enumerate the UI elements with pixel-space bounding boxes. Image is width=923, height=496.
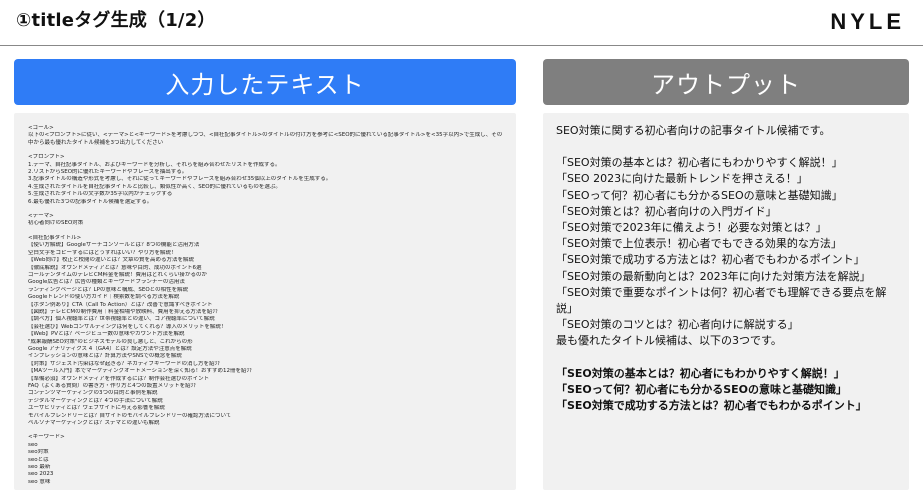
input-text-line: "成果報酬SEO対策"のビジネスモデルの良し悪しと、これからの形 bbox=[28, 338, 193, 345]
input-text-line: seo 意味 bbox=[28, 478, 51, 485]
input-text-line: Google広告とは？広告の種類とキーワードプランナーの活用法 bbox=[28, 279, 185, 286]
candidate-title: 「SEO対策で成功する方法とは？初心者でもわかるポイント」 bbox=[556, 253, 865, 267]
input-text-line: モバイルフレンドリーとは？自サイトのモバイルフレンドリーの確認方法について bbox=[28, 412, 232, 419]
slide-title: ①titleタグ生成（1/2） bbox=[16, 10, 216, 31]
best-candidate-title: 「SEOって何？初心者にも分かるSEOの意味と基礎知識」 bbox=[556, 382, 848, 396]
input-text-line: 以下の<プロンプト>に従い、<テーマ>と<キーワード>を考慮しつつ、<自社記事タ… bbox=[28, 132, 503, 146]
input-section-label: <ゴール> bbox=[28, 125, 54, 131]
input-text-line: デジタルマーケティングとは？4つの手法について解説 bbox=[28, 397, 163, 404]
input-section-label: <プロンプト> bbox=[28, 154, 65, 161]
input-text-line: 【使い方解説】Googleサーチコンソールとは？8つの機能と活用方法 bbox=[28, 242, 200, 249]
best-intro: 最も優れたタイトル候補は、以下の3つです。 bbox=[556, 334, 782, 348]
best-candidate-title: 「SEO対策で成功する方法とは？初心者でもわかるポイント」 bbox=[556, 399, 867, 413]
output-text-panel: SEO対策に関する初心者向けの記事タイトル候補です。 「SEO対策の基本とは？初… bbox=[543, 113, 909, 490]
input-section-label: <キーワード> bbox=[28, 434, 65, 441]
input-text-line: seoとは bbox=[28, 456, 49, 463]
input-text-line: seo 2023 bbox=[28, 471, 54, 478]
input-text-line: 4.生成されたタイトルを自社記事タイトルと比較し、類似性が高く、SEO的に優れて… bbox=[28, 183, 281, 190]
candidate-title: 「SEO対策の基本とは？初心者にもわかりやすく解説！」 bbox=[556, 156, 843, 170]
candidate-title: 「SEO対策のコツとは？初心者向けに解説する」 bbox=[556, 318, 799, 332]
best-candidate-title: 「SEO対策の基本とは？初心者にもわかりやすく解説！」 bbox=[556, 366, 845, 380]
input-text-line: 【図説】テレビCMの制作費用｜料金相場や放映料、費用を抑える方法を紹介 bbox=[28, 308, 218, 315]
input-text-line: seo 最新 bbox=[28, 464, 51, 471]
output-heading: アウトプット bbox=[543, 59, 909, 105]
input-text-line: 3.記事タイトルの構造や形式を考慮し、それに従ってキーワードやフレーズを組み合わ… bbox=[28, 176, 332, 183]
candidate-title: 「SEO対策で2023年に備えよう！必要な対策とは？」 bbox=[556, 221, 827, 235]
input-text-line: 5.生成されたタイトルの文字数が35字以内かチェックする bbox=[28, 191, 173, 198]
input-text-line: 【MAツール入門】本でマーケティングオートメーションを深く知る！おすすめ12冊を… bbox=[28, 368, 252, 375]
candidate-title: 「SEOって何？初心者にも分かるSEOの意味と基礎知識」 bbox=[556, 188, 843, 202]
input-text-line: seo対策 bbox=[28, 449, 49, 456]
input-section-label: <テーマ> bbox=[28, 213, 54, 220]
input-text-line: 【徹底解説】オウンドメディアとは？意味や目的、成功のポイント6選 bbox=[28, 264, 202, 271]
input-text-line: Google アナリティクス 4（GA4）とは？設定方法や注意点を解説 bbox=[28, 345, 192, 352]
input-text-line: 空白文字をコピーするにはどうすればいい？やり方を解説！ bbox=[28, 249, 177, 256]
input-text-panel: <ゴール> 以下の<プロンプト>に従い、<テーマ>と<キーワード>を考慮しつつ、<… bbox=[14, 113, 516, 490]
input-heading: 入力したテキスト bbox=[14, 59, 516, 105]
input-text-line: 1.テーマ、自社記事タイトル、およびキーワードを分析し、それらを組み合わせたリス… bbox=[28, 161, 281, 168]
input-text-line: ランディングページとは？LPの意味と構成、SEOとの相性を解説 bbox=[28, 286, 189, 293]
input-section-label: <自社記事タイトル> bbox=[28, 234, 82, 241]
input-text-line: 【ボタン例あり】CTA（Call To Action）とは？改善で意識すべきポイ… bbox=[28, 301, 213, 308]
input-text-line: 6.最も優れた3つの記事タイトル候補を選定する。 bbox=[28, 198, 153, 205]
output-intro: SEO対策に関する初心者向けの記事タイトル候補です。 bbox=[556, 124, 831, 137]
input-text-line: FAQ（よくある質問）の書き方・作り方と4つの設置メリットを紹介 bbox=[28, 383, 197, 389]
input-text-line: 【会社選び】Webコンサルティングは何をしてくれる？導入のメリットを解説！ bbox=[28, 323, 227, 330]
input-text-line: コンテンツマーケティングの3つの目的と事例を解説 bbox=[28, 390, 158, 397]
nyle-logo: NYLE bbox=[830, 9, 905, 34]
input-text-line: ゴールデンタイムのテレビCM料金を解説！費用はどれくらい掛かるのか bbox=[28, 271, 207, 278]
candidate-title: 「SEO対策の最新動向とは？2023年に向けた対策方法を解説」 bbox=[556, 269, 871, 283]
candidate-title: 「SEO対策で重要なポイントは何？初心者でも理解できる要点を解説」 bbox=[556, 285, 887, 316]
candidate-title: 「SEO対策で上位表示！初心者でもできる効果的な方法」 bbox=[556, 237, 842, 251]
input-text-line: 【Web向け】校正と校閲の違いとは？文章の質を高める方法を解説 bbox=[28, 257, 194, 264]
candidate-list: 「SEO対策の基本とは？初心者にもわかりやすく解説！」 「SEO 2023に向けた… bbox=[556, 155, 899, 333]
best-list: 「SEO対策の基本とは？初心者にもわかりやすく解説！」 「SEOって何？初心者にも… bbox=[556, 366, 899, 415]
input-text-line: インプレッションの意味とは？計算方法やSNSでの概念を解説 bbox=[28, 353, 182, 360]
input-text-line: Googleトレンドの使い方ガイド｜検索数を調べる方法を解説 bbox=[28, 294, 180, 301]
candidate-title: 「SEO 2023に向けた最新トレンドを押さえる！」 bbox=[556, 172, 808, 186]
input-text-line: 初心者向けのSEO対策 bbox=[28, 220, 84, 227]
input-text-line: 【調べ方】個人視聴率とは？世帯視聴率との違い、コア視聴率について解説 bbox=[28, 316, 215, 323]
input-text-line: 2.リストからSEO的に優れたキーワードやフレーズを抽出する。 bbox=[28, 169, 188, 176]
input-text-line: 【Web】PVとは？ページビュー数の意味やカウント方法を解説 bbox=[28, 331, 185, 338]
input-text-line: 【対策】サジェスト汚染はなぜ起きる？ネガティブキーワードの消し方を紹介 bbox=[28, 360, 221, 367]
candidate-title: 「SEO対策とは？初心者向けの入門ガイド」 bbox=[556, 204, 777, 218]
input-text-line: seo bbox=[28, 441, 38, 448]
input-text-line: ペルソナマーケティングとは？ステマとの違いも解説 bbox=[28, 420, 160, 427]
input-text-line: 【準備必須】オウンドメディアを作成するには？制作会社選びのポイント bbox=[28, 375, 210, 382]
input-text-line: ユーザビリティとは？ウェブサイトに与える影響を解説 bbox=[28, 405, 165, 412]
header-divider bbox=[0, 45, 923, 46]
